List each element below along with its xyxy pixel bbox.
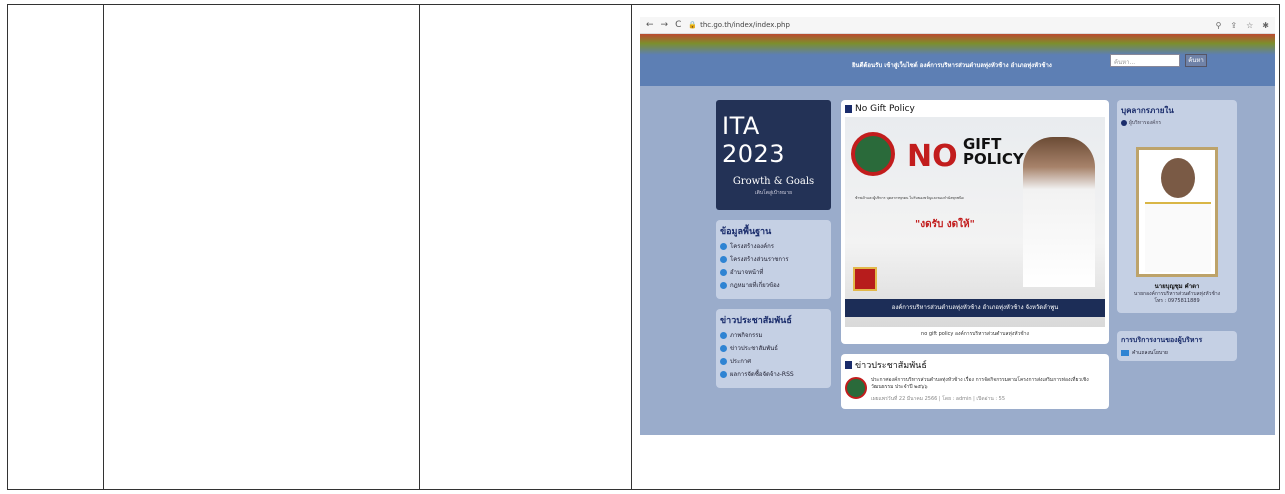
ita-subtitle-thai: เติบโตสู่เป้าหมาย <box>754 190 793 196</box>
personnel-box: บุคลากรภายใน ผู้บริหารองค์กร นายบุญชุม ค… <box>1117 100 1237 313</box>
document-icon <box>845 361 852 369</box>
menu-heading: ข่าวประชาสัมพันธ์ <box>720 316 792 326</box>
ita-year: 2023 <box>722 140 786 168</box>
search-input[interactable]: ค้นหา... <box>1110 54 1180 67</box>
menu-item[interactable]: โครงสร้างส่วนราชการ <box>720 254 827 264</box>
menu-item-label: ผลการจัดซื้อจัดจ้าง-RSS <box>730 371 794 378</box>
poster-caption[interactable]: no gift policy องค์การบริหารส่วนตำบลทุ่ง… <box>845 330 1105 338</box>
org-seal-icon <box>845 377 867 399</box>
ita-banner[interactable]: ITA 2023 Growth & Goals เติบโตสู่เป้าหมา… <box>716 100 831 210</box>
back-icon[interactable]: ← <box>646 20 654 30</box>
menu-item[interactable]: โครงสร้างองค์กร <box>720 241 827 251</box>
org-seal-icon <box>851 132 895 176</box>
gift-box-icon <box>853 267 877 291</box>
gift-policy-text: GIFT POLICY <box>963 137 1024 167</box>
personnel-title: บุคลากรภายใน <box>1121 106 1174 115</box>
menu-item-label: ข่าวประชาสัมพันธ์ <box>730 345 778 352</box>
browser-toolbar: ← → C 🔒 thc.go.th/index/index.php ⚲ ⇪ ☆ ✱ <box>640 17 1275 34</box>
news-item-text: ประกาศองค์การบริหารส่วนตำบลทุ่งหัวช้าง เ… <box>871 377 1089 390</box>
left-column: ITA 2023 Growth & Goals เติบโตสู่เป้าหมา… <box>716 100 831 388</box>
menu-item-label: กฎหมายที่เกี่ยวข้อง <box>730 282 780 289</box>
menu-item[interactable]: ข่าวประชาสัมพันธ์ <box>720 343 827 353</box>
personnel-sub-label: ผู้บริหารองค์กร <box>1129 120 1162 126</box>
document-icon <box>845 105 852 113</box>
reload-icon[interactable]: C <box>675 20 681 30</box>
poster-small-text: ข้าพเจ้าและผู้บริหาร บุคลากรทุกคน ไม่รับ… <box>855 196 964 200</box>
ita-subtitle: Growth & Goals <box>732 176 815 187</box>
bullet-icon <box>720 357 727 365</box>
bullet-icon <box>720 255 727 263</box>
personnel-sub[interactable]: ผู้บริหารองค์กร <box>1121 119 1233 127</box>
menu-item[interactable]: ประกาศ <box>720 356 827 366</box>
news-item-meta: เผยแพร่วันที่ 22 มีนาคม 2566 | โดย : adm… <box>871 396 1006 402</box>
menu-item[interactable]: ผลการจัดซื้อจัดจ้าง-RSS <box>720 369 827 379</box>
no-text: NO <box>907 139 958 174</box>
executive-phone: โทร : 0975811889 <box>1154 298 1200 304</box>
news-menu: ข่าวประชาสัมพันธ์ ภาพกิจกรรม ข่าวประชาสั… <box>716 309 831 388</box>
ita-title: ITA <box>722 112 760 140</box>
services-title: การบริการงานของผู้บริหาร <box>1121 336 1203 344</box>
uniform-shape <box>1145 202 1211 272</box>
bullet-icon <box>720 242 727 250</box>
search-button[interactable]: ค้นหา <box>1185 54 1207 67</box>
zoom-icon[interactable]: ⚲ <box>1216 21 1222 30</box>
news-title: ข่าวประชาสัมพันธ์ <box>855 361 927 371</box>
url-host: thc.go.th <box>700 21 732 29</box>
bullet-icon <box>720 281 727 289</box>
executive-name: นายบุญชุม คำตา <box>1154 283 1200 290</box>
menu-item-label: อำนาจหน้าที่ <box>730 269 764 276</box>
menu-heading: ข้อมูลพื้นฐาน <box>720 227 772 237</box>
table-cell-3 <box>420 5 632 489</box>
no-gift-poster[interactable]: NO GIFT POLICY ข้าพเจ้าและผู้บริหาร บุคลา… <box>845 117 1105 327</box>
menu-item-label: โครงสร้างองค์กร <box>730 243 774 250</box>
center-column: No Gift Policy NO GIFT POLICY ข้าพเจ้าและ… <box>841 100 1109 409</box>
menu-item-label: ภาพกิจกรรม <box>730 332 763 339</box>
no-gift-panel: No Gift Policy NO GIFT POLICY ข้าพเจ้าและ… <box>841 100 1109 344</box>
services-item-label: คำแถลงนโยบาย <box>1132 350 1168 356</box>
services-box: การบริการงานของผู้บริหาร คำแถลงนโยบาย <box>1117 331 1237 361</box>
menu-item[interactable]: ภาพกิจกรรม <box>720 330 827 340</box>
executive-position: นายกองค์การบริหารส่วนตำบลทุ่งหัวช้าง <box>1133 291 1221 297</box>
star-icon[interactable]: ☆ <box>1246 21 1253 30</box>
folder-icon <box>1121 350 1129 356</box>
news-item[interactable]: ประกาศองค์การบริหารส่วนตำบลทุ่งหัวช้าง เ… <box>845 377 1105 403</box>
forward-icon[interactable]: → <box>661 20 669 30</box>
bullet-icon <box>1121 120 1127 126</box>
gift-line2: POLICY <box>963 150 1024 168</box>
address-bar[interactable]: 🔒 thc.go.th/index/index.php <box>688 21 1206 29</box>
poster-quote: "งดรับ งดให้" <box>915 219 975 230</box>
panel-title: No Gift Policy <box>855 104 915 114</box>
website-screenshot: ← → C 🔒 thc.go.th/index/index.php ⚲ ⇪ ☆ ✱… <box>640 17 1275 435</box>
face-shape <box>1161 158 1195 198</box>
basic-info-menu: ข้อมูลพื้นฐาน โครงสร้างองค์กร โครงสร้างส… <box>716 220 831 299</box>
url-path: /index/index.php <box>731 21 790 29</box>
bullet-icon <box>720 370 727 378</box>
news-panel: ข่าวประชาสัมพันธ์ ประกาศองค์การบริหารส่ว… <box>841 354 1109 409</box>
official-photo <box>1023 137 1095 287</box>
poster-footer: องค์การบริหารส่วนตำบลทุ่งหัวช้าง อำเภอทุ… <box>845 299 1105 317</box>
extensions-icon[interactable]: ✱ <box>1262 21 1269 30</box>
menu-item[interactable]: กฎหมายที่เกี่ยวข้อง <box>720 280 827 290</box>
executive-photo <box>1136 147 1218 277</box>
lock-icon: 🔒 <box>688 21 698 29</box>
site-banner: ยินดีต้อนรับ เข้าสู่เว็บไซต์ องค์การบริห… <box>640 34 1275 86</box>
welcome-marquee: ยินดีต้อนรับ เข้าสู่เว็บไซต์ องค์การบริห… <box>852 62 1052 69</box>
table-cell-1 <box>8 5 104 489</box>
table-cell-2 <box>104 5 420 489</box>
right-column: บุคลากรภายใน ผู้บริหารองค์กร นายบุญชุม ค… <box>1117 100 1237 361</box>
bullet-icon <box>720 331 727 339</box>
menu-item[interactable]: อำนาจหน้าที่ <box>720 267 827 277</box>
menu-item-label: ประกาศ <box>730 358 752 365</box>
bullet-icon <box>720 268 727 276</box>
menu-item-label: โครงสร้างส่วนราชการ <box>730 256 789 263</box>
share-icon[interactable]: ⇪ <box>1230 21 1237 30</box>
services-item[interactable]: คำแถลงนโยบาย <box>1121 349 1233 357</box>
bullet-icon <box>720 344 727 352</box>
